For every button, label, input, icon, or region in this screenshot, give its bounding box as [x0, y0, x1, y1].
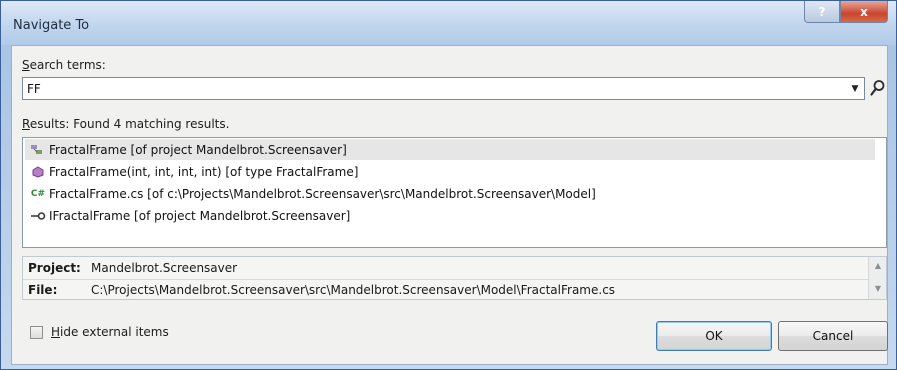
project-row: Project: Mandelbrot.Screensaver [23, 258, 868, 278]
dialog-body: Search terms: ▼ Results: Found 4 matchin… [11, 45, 888, 365]
result-text: FractalFrame.cs [of c:\Projects\Mandelbr… [49, 186, 596, 201]
results-label: Results: Found 4 matching results. [22, 117, 230, 131]
hide-external-option[interactable]: Hide external items [30, 325, 169, 339]
hide-external-label: Hide external items [51, 325, 169, 339]
hide-external-checkbox[interactable] [30, 325, 43, 339]
results-list[interactable]: FractalFrame [of project Mandelbrot.Scre… [22, 137, 887, 248]
help-icon: ? [818, 4, 826, 19]
cancel-button[interactable]: Cancel [778, 321, 888, 351]
list-item[interactable]: FractalFrame(int, int, int, int) [of typ… [25, 161, 875, 182]
details-panel: Project: Mandelbrot.Screensaver File: C:… [22, 256, 887, 300]
file-label: File: [28, 282, 58, 297]
title-bar[interactable]: Navigate To ? x [1, 1, 896, 45]
project-value: Mandelbrot.Screensaver [91, 261, 238, 275]
file-value: C:\Projects\Mandelbrot.Screensaver\src\M… [91, 282, 616, 297]
method-icon [29, 165, 47, 179]
close-button[interactable]: x [840, 1, 888, 23]
result-text: FractalFrame(int, int, int, int) [of typ… [49, 164, 359, 179]
search-input[interactable] [27, 80, 827, 97]
help-button[interactable]: ? [804, 1, 840, 23]
ok-button[interactable]: OK [656, 321, 772, 351]
details-scrollbar[interactable]: ▲ ▼ [868, 257, 886, 299]
class-icon [29, 143, 47, 157]
scroll-down-icon[interactable]: ▼ [869, 284, 887, 293]
csharp-file-icon: C# [30, 188, 46, 199]
result-text: FractalFrame [of project Mandelbrot.Scre… [49, 142, 347, 157]
search-terms-label: Search terms: [22, 58, 106, 72]
search-icon[interactable] [870, 79, 886, 97]
file-row: File: C:\Projects\Mandelbrot.Screensaver… [23, 279, 868, 299]
search-combobox[interactable]: ▼ [22, 77, 865, 100]
project-label: Project: [28, 261, 81, 275]
window-title: Navigate To [13, 18, 90, 33]
list-item[interactable]: IFractalFrame [of project Mandelbrot.Scr… [25, 205, 875, 226]
interface-icon [29, 209, 47, 223]
list-item[interactable]: C# FractalFrame.cs [of c:\Projects\Mande… [25, 183, 875, 204]
close-icon: x [860, 4, 868, 19]
result-text: IFractalFrame [of project Mandelbrot.Scr… [49, 208, 351, 223]
navigate-to-dialog: Navigate To ? x Search terms: ▼ Results:… [0, 0, 897, 370]
list-item[interactable]: FractalFrame [of project Mandelbrot.Scre… [25, 139, 875, 160]
scroll-up-icon[interactable]: ▲ [869, 261, 887, 270]
chevron-down-icon[interactable]: ▼ [849, 82, 861, 96]
